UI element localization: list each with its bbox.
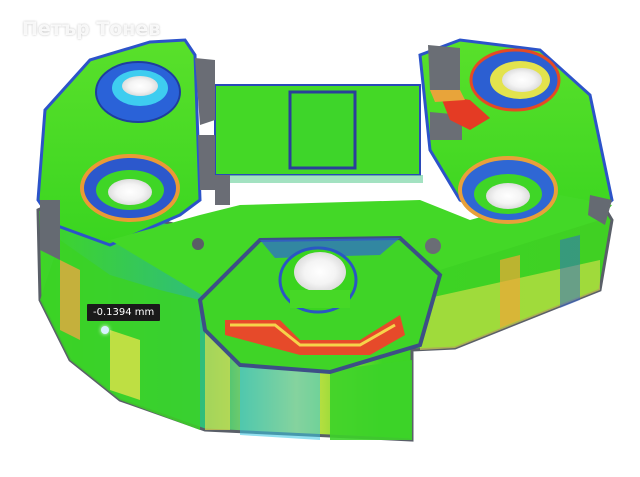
3d-deviation-viewport[interactable]: Петър Тонев -0.1394 mm Baz•ar	[0, 0, 640, 473]
logo-dot-icon: •	[573, 424, 583, 440]
logo-part1: Baz	[533, 424, 574, 449]
author-watermark: Петър Тонев	[22, 18, 161, 40]
part-scan-render	[36, 38, 614, 442]
measurement-tooltip: -0.1394 mm	[87, 304, 161, 321]
measurement-point-icon[interactable]	[101, 326, 109, 334]
logo-part2: ar	[582, 424, 606, 449]
bazar-logo: Baz•ar	[533, 424, 606, 449]
